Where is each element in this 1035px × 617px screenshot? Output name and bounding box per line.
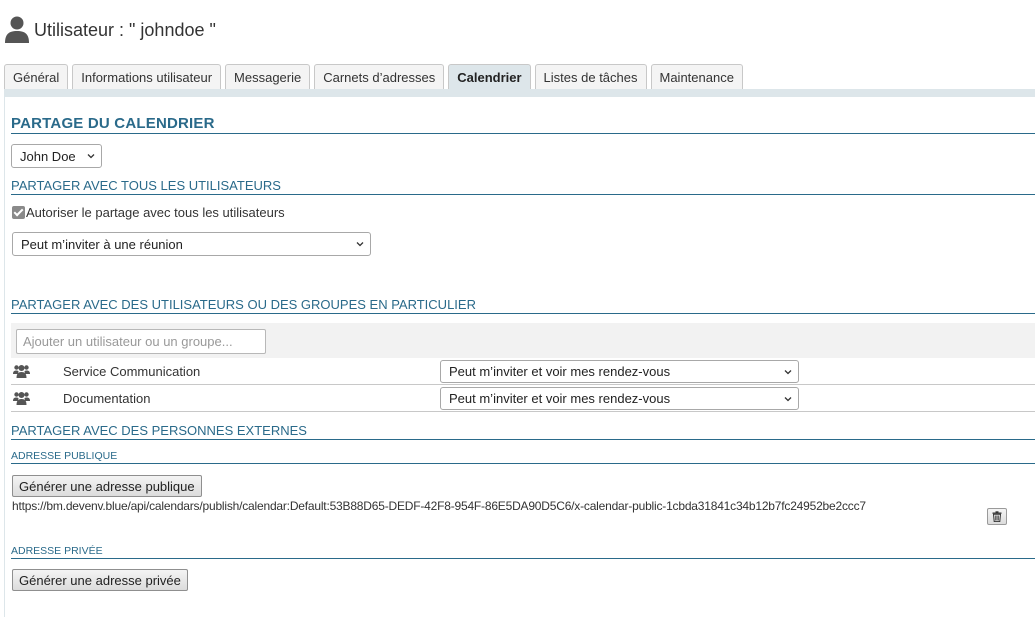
calendar-select[interactable]: John Doe	[11, 144, 102, 168]
trash-icon	[992, 511, 1002, 522]
section-title-public-address: ADRESSE PUBLIQUE	[11, 450, 1035, 464]
share-entry-row: Documentation Peut m’inviter et voir mes…	[11, 386, 1035, 412]
share-entry-permission-select[interactable]: Peut m’inviter et voir mes rendez-vous	[440, 360, 799, 383]
tab-bar: Général Informations utilisateur Message…	[4, 64, 747, 89]
content-border	[4, 97, 5, 617]
user-icon	[5, 16, 29, 43]
page-title: Utilisateur : " johndoe "	[34, 19, 216, 40]
share-entry-name: Documentation	[63, 391, 151, 406]
share-entry-row: Service Communication Peut m’inviter et …	[11, 359, 1035, 385]
share-all-users-label: Autoriser le partage avec tous les utili…	[26, 205, 285, 220]
calendar-select-value: John Doe	[20, 148, 76, 164]
chevron-down-icon	[87, 154, 95, 159]
share-all-users-option: Autoriser le partage avec tous les utili…	[12, 205, 285, 220]
share-entry-permission-value: Peut m’inviter et voir mes rendez-vous	[449, 364, 671, 379]
group-icon	[13, 365, 30, 378]
share-all-users-checkbox[interactable]	[12, 206, 25, 219]
section-title-specific-users: PARTAGER AVEC DES UTILISATEURS OU DES GR…	[11, 297, 1035, 314]
all-users-permission-select[interactable]: Peut m’inviter à une réunion	[12, 232, 371, 256]
all-users-permission-value: Peut m’inviter à une réunion	[21, 236, 183, 252]
public-url-text: https://bm.devenv.blue/api/calendars/pub…	[12, 499, 866, 513]
section-title-private-address: ADRESSE PRIVÉE	[11, 545, 1035, 559]
tab-bar-underline	[4, 89, 1035, 97]
section-title-all-users: PARTAGER AVEC TOUS LES UTILISATEURS	[11, 178, 1035, 195]
share-entry-permission-value: Peut m’inviter et voir mes rendez-vous	[449, 391, 671, 406]
section-title-external: PARTAGER AVEC DES PERSONNES EXTERNES	[11, 423, 1035, 440]
tab-address-books[interactable]: Carnets d’adresses	[314, 64, 445, 89]
page-header: Utilisateur : " johndoe "	[4, 12, 216, 48]
tab-calendar[interactable]: Calendrier	[448, 64, 531, 89]
generate-private-address-button[interactable]: Générer une adresse privée	[12, 569, 188, 591]
add-user-group-input[interactable]: Ajouter un utilisateur ou un groupe...	[16, 329, 266, 354]
tab-general[interactable]: Général	[4, 64, 69, 89]
chevron-down-icon	[784, 370, 792, 375]
tab-user-info[interactable]: Informations utilisateur	[72, 64, 222, 89]
delete-public-url-button[interactable]	[987, 508, 1007, 525]
tab-maintenance[interactable]: Maintenance	[650, 64, 743, 89]
generate-public-address-button[interactable]: Générer une adresse publique	[12, 475, 202, 497]
share-entry-permission-select[interactable]: Peut m’inviter et voir mes rendez-vous	[440, 387, 799, 410]
chevron-down-icon	[356, 242, 364, 247]
section-title-calendar-sharing: PARTAGE DU CALENDRIER	[11, 115, 1035, 134]
group-icon	[13, 392, 30, 405]
chevron-down-icon	[784, 397, 792, 402]
tab-messaging[interactable]: Messagerie	[225, 64, 311, 89]
share-entry-name: Service Communication	[63, 364, 201, 379]
tab-task-lists[interactable]: Listes de tâches	[534, 64, 647, 89]
